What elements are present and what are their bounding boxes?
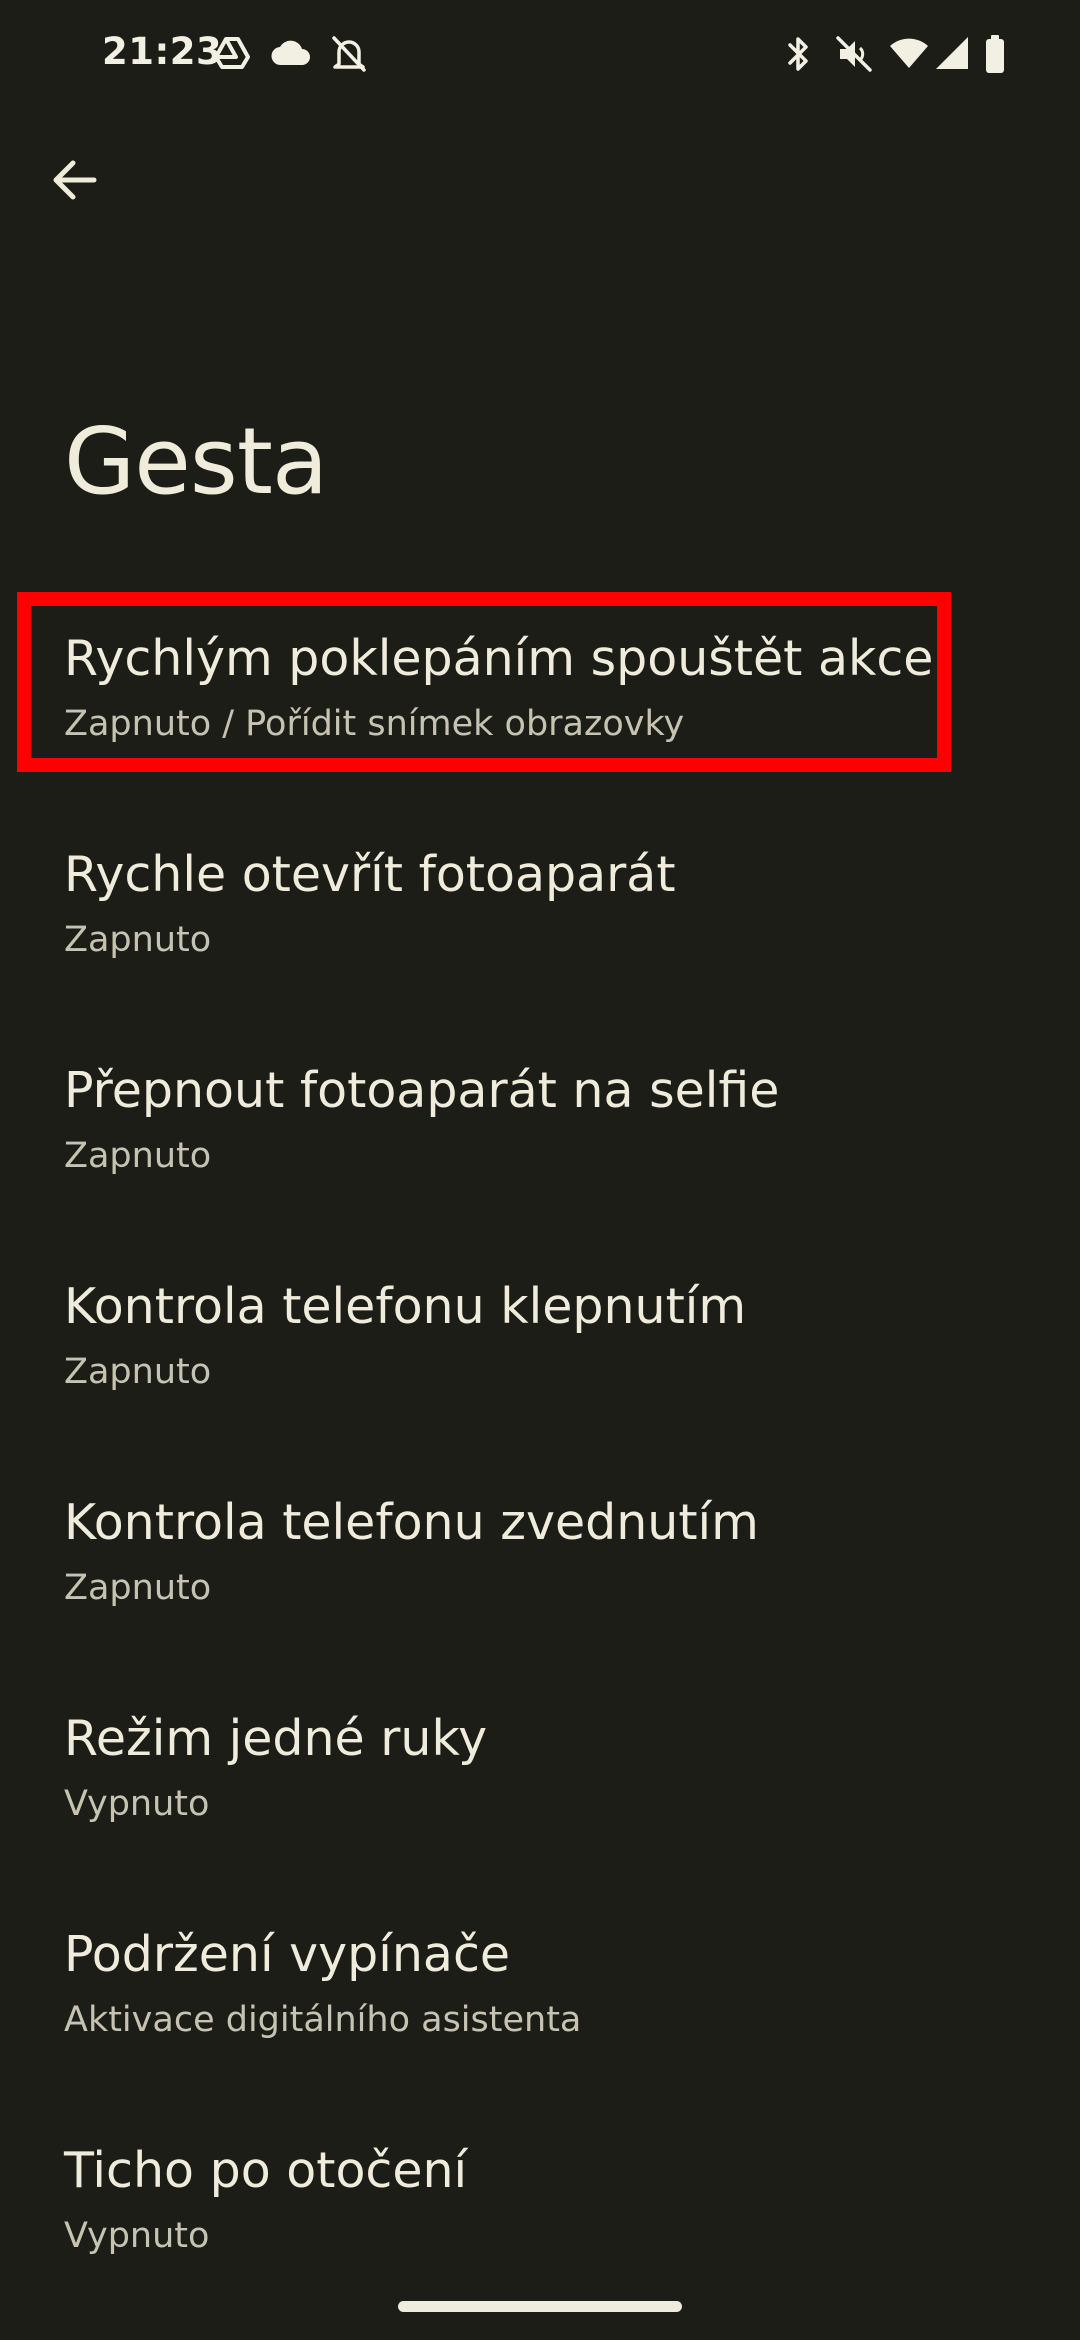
drive-icon — [214, 37, 250, 69]
setting-summary: Aktivace digitálního asistenta — [64, 2000, 582, 2040]
setting-title: Rychlým poklepáním spouštět akce — [64, 630, 934, 687]
setting-summary: Zapnuto — [64, 1136, 212, 1176]
setting-lift-to-check-phone[interactable]: Kontrola telefonu zvednutím Zapnuto — [0, 1464, 1080, 1680]
bluetooth-icon — [788, 37, 808, 71]
home-indicator[interactable] — [398, 2301, 682, 2312]
setting-title: Kontrola telefonu klepnutím — [64, 1278, 747, 1335]
back-button[interactable] — [36, 142, 112, 218]
page-title: Gesta — [64, 408, 328, 515]
setting-summary: Zapnuto — [64, 1352, 212, 1392]
setting-one-handed-mode[interactable]: Režim jedné ruky Vypnuto — [0, 1680, 1080, 1896]
setting-summary: Zapnuto — [64, 1568, 212, 1608]
battery-icon — [986, 35, 1004, 73]
setting-summary: Zapnuto / Pořídit snímek obrazovky — [64, 704, 685, 744]
wifi-icon — [890, 38, 928, 68]
cloud-icon — [271, 40, 310, 66]
setting-summary: Vypnuto — [64, 1784, 210, 1824]
setting-press-hold-power[interactable]: Podržení vypínače Aktivace digitálního a… — [0, 1896, 1080, 2112]
setting-quick-tap[interactable]: Rychlým poklepáním spouštět akce Zapnuto… — [0, 600, 1080, 816]
setting-title: Kontrola telefonu zvednutím — [64, 1494, 759, 1551]
setting-tap-to-check-phone[interactable]: Kontrola telefonu klepnutím Zapnuto — [0, 1248, 1080, 1464]
setting-flip-to-shhh[interactable]: Ticho po otočení Vypnuto — [0, 2112, 1080, 2328]
setting-summary: Zapnuto — [64, 920, 212, 960]
setting-title: Rychle otevřít fotoaparát — [64, 846, 676, 903]
arrow-back-icon — [53, 160, 97, 200]
setting-title: Podržení vypínače — [64, 1926, 511, 1983]
setting-quick-open-camera[interactable]: Rychle otevřít fotoaparát Zapnuto — [0, 816, 1080, 1032]
setting-title: Přepnout fotoaparát na selfie — [64, 1062, 780, 1119]
notifications-off-icon — [332, 36, 366, 72]
setting-title: Ticho po otočení — [64, 2142, 468, 2199]
setting-summary: Vypnuto — [64, 2216, 210, 2256]
mute-icon — [836, 36, 872, 72]
status-bar: 21:23 — [0, 0, 1080, 110]
setting-title: Režim jedné ruky — [64, 1710, 488, 1767]
signal-icon — [936, 37, 968, 69]
status-time: 21:23 — [102, 30, 223, 73]
setting-flip-camera-selfie[interactable]: Přepnout fotoaparát na selfie Zapnuto — [0, 1032, 1080, 1248]
